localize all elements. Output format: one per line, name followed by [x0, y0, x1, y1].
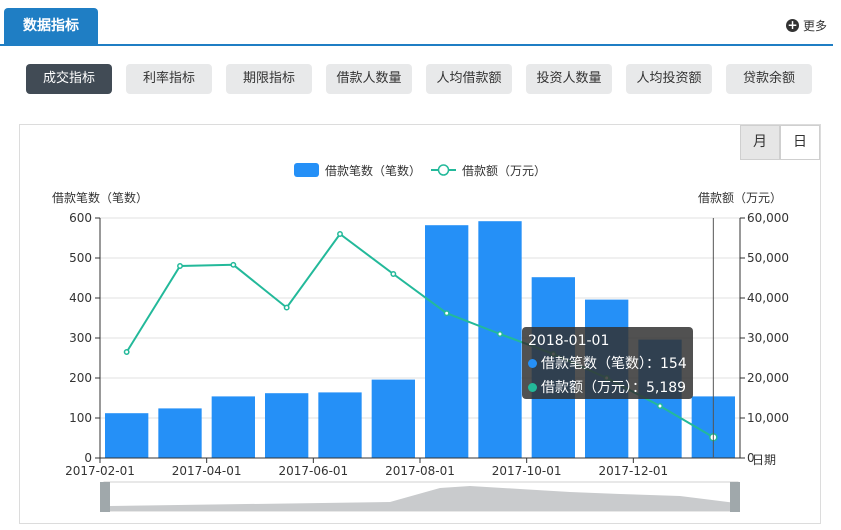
data-zoom-slider[interactable]: [100, 481, 740, 512]
bar[interactable]: [425, 225, 469, 458]
zoom-handle-left[interactable]: [100, 482, 110, 512]
legend-bar-label[interactable]: 借款笔数（笔数）: [325, 163, 421, 178]
y-axis-right-title: 借款额（万元）: [698, 191, 782, 205]
line-point[interactable]: [443, 310, 450, 317]
x-tick-label: 2017-12-01: [598, 464, 668, 478]
line-point[interactable]: [230, 261, 237, 268]
y-left-tick-label: 0: [84, 451, 92, 465]
x-tick-label: 2017-04-01: [172, 464, 242, 478]
combo-chart: 0100200300400500600010,00020,00030,00040…: [52, 163, 789, 512]
tooltip-line-text: 借款额（万元）：5,189: [541, 380, 687, 396]
x-axis-title: 日期: [752, 453, 776, 467]
tooltip-title: 2018-01-01: [528, 333, 610, 349]
legend-bar-swatch[interactable]: [294, 163, 319, 177]
line-point[interactable]: [337, 231, 343, 237]
line-point[interactable]: [497, 331, 503, 337]
y-left-tick-label: 200: [69, 371, 92, 385]
bar[interactable]: [211, 396, 255, 458]
tooltip-row-bar: 借款笔数（笔数）：154: [528, 353, 693, 373]
y-right-tick-label: 20,000: [747, 371, 789, 385]
y-axis-left-title: 借款笔数（笔数）: [52, 190, 148, 205]
y-right-tick-label: 50,000: [747, 251, 789, 265]
y-left-tick-label: 500: [69, 251, 92, 265]
tooltip-bar-text: 借款笔数（笔数）：154: [541, 356, 687, 372]
y-left-tick-label: 300: [69, 331, 92, 345]
y-right-tick-label: 10,000: [747, 411, 789, 425]
bar[interactable]: [371, 379, 415, 458]
x-tick-label: 2017-08-01: [385, 464, 455, 478]
tooltip-line-dot: [528, 382, 537, 392]
bar[interactable]: [318, 392, 362, 458]
line-point[interactable]: [177, 263, 183, 269]
legend-line-label[interactable]: 借款额（万元）: [462, 164, 546, 178]
line-point[interactable]: [283, 304, 290, 311]
bar[interactable]: [158, 408, 202, 458]
line-point[interactable]: [657, 403, 663, 409]
line-point[interactable]: [123, 349, 130, 355]
y-left-tick-label: 600: [69, 211, 92, 225]
x-tick-label: 2017-10-01: [492, 464, 562, 478]
bar[interactable]: [105, 413, 149, 458]
y-right-tick-label: 40,000: [747, 291, 789, 305]
y-right-tick-label: 60,000: [747, 211, 789, 225]
zoom-handle-right[interactable]: [730, 482, 740, 512]
y-left-tick-label: 100: [69, 411, 92, 425]
chart-tooltip: 2018-01-01 借款笔数（笔数）：154 借款额（万元）：5,189: [522, 327, 693, 399]
legend-line-marker: [437, 164, 450, 176]
y-right-tick-label: 30,000: [747, 331, 789, 345]
tooltip-bar-dot: [528, 358, 537, 368]
y-left-tick-label: 400: [69, 291, 92, 305]
x-tick-label: 2017-06-01: [278, 464, 348, 478]
bar[interactable]: [265, 393, 309, 458]
line-point[interactable]: [390, 271, 397, 277]
tooltip-row-line: 借款额（万元）：5,189: [528, 377, 693, 397]
x-tick-label: 2017-02-01: [65, 464, 135, 478]
